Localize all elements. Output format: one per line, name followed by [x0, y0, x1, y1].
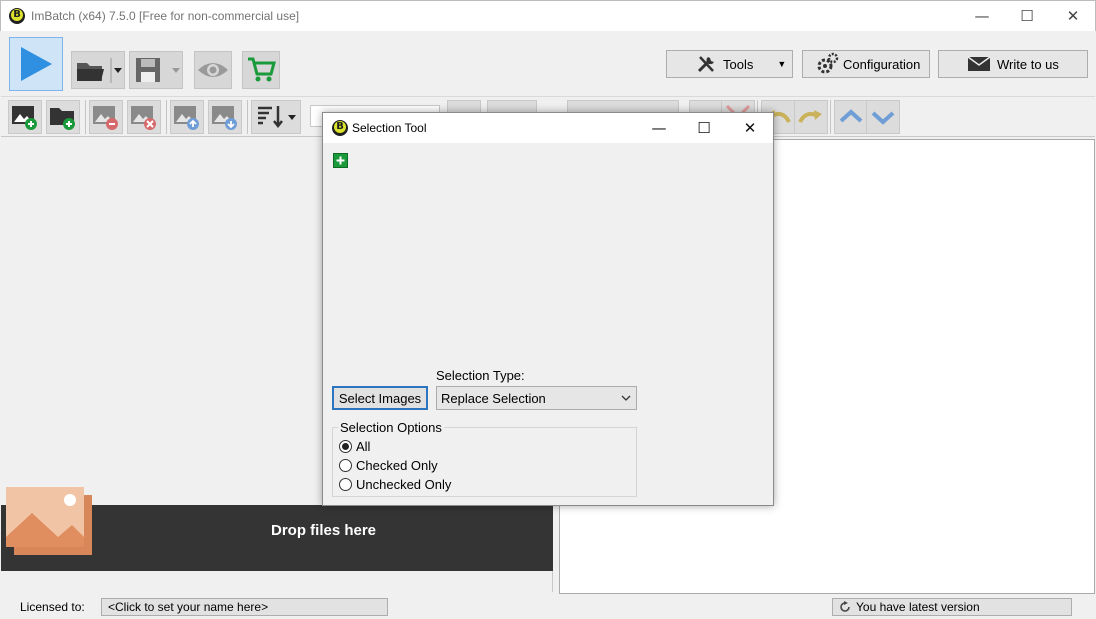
status-bar: Licensed to: <Click to set your name her…: [1, 595, 1095, 618]
chevron-up-icon: [839, 109, 863, 123]
tools-button[interactable]: Tools ▼: [666, 50, 793, 78]
selection-tool-dialog: Selection Tool — ☐ ✕ Select Images Selec…: [322, 112, 774, 506]
picture-icon: [6, 487, 92, 555]
dialog-title: Selection Tool: [352, 121, 427, 135]
move-up-image-button[interactable]: [170, 100, 204, 134]
add-folder-button[interactable]: [46, 100, 80, 134]
app-logo-icon: [332, 120, 348, 136]
app-logo-icon: [9, 8, 25, 24]
option-checked-only-radio[interactable]: Checked Only: [339, 458, 438, 473]
chevron-down-icon: [621, 395, 631, 401]
window-title: ImBatch (x64) 7.5.0 [Free for non-commer…: [31, 9, 300, 23]
radio-unchecked-icon: [339, 478, 352, 491]
version-status[interactable]: You have latest version: [832, 598, 1072, 616]
folder-open-icon: [77, 58, 122, 83]
dialog-minimize-button[interactable]: —: [636, 113, 682, 143]
add-folder-icon: [50, 108, 75, 130]
main-toolbar: Tools ▼ Configuration Write to us: [1, 31, 1095, 97]
shopping-cart-icon: [248, 57, 276, 82]
write-to-us-label: Write to us: [997, 56, 1059, 72]
licensed-name-field[interactable]: <Click to set your name here>: [101, 598, 388, 616]
eye-icon: [198, 63, 228, 77]
preview-button[interactable]: [194, 51, 232, 89]
image-down-icon: [212, 106, 237, 130]
selection-options-label: Selection Options: [338, 420, 444, 435]
buy-button[interactable]: [242, 51, 280, 89]
tools-icon: [697, 56, 714, 73]
sort-button[interactable]: [251, 100, 301, 134]
redo-icon: [798, 110, 822, 123]
toolbar-separator: [85, 100, 86, 134]
option-unchecked-only-radio[interactable]: Unchecked Only: [339, 477, 451, 492]
dialog-maximize-button[interactable]: ☐: [681, 113, 727, 143]
selection-type-select[interactable]: Replace Selection: [436, 386, 637, 410]
tools-label: Tools: [723, 56, 754, 72]
toolbar-separator: [830, 100, 831, 134]
move-task-down-button[interactable]: [866, 100, 900, 134]
dialog-close-button[interactable]: ✕: [727, 113, 773, 143]
configuration-button[interactable]: Configuration: [802, 50, 930, 78]
window-maximize-button[interactable]: ☐: [1004, 1, 1050, 31]
refresh-icon: [840, 601, 850, 612]
save-button[interactable]: [129, 51, 183, 89]
option-all-radio[interactable]: All: [339, 439, 370, 454]
window-minimize-button[interactable]: —: [959, 1, 1005, 31]
toolbar-separator: [247, 100, 248, 134]
gears-icon: [817, 52, 839, 74]
floppy-disk-icon: [136, 58, 180, 82]
version-status-label: You have latest version: [856, 600, 980, 614]
chevron-down-icon: [871, 111, 895, 125]
remove-image-button[interactable]: [89, 100, 123, 134]
selection-type-value: Replace Selection: [441, 391, 546, 406]
sort-icon: [258, 106, 296, 129]
move-task-up-button[interactable]: [834, 100, 868, 134]
radio-unchecked-icon: [339, 459, 352, 472]
add-images-button[interactable]: [8, 100, 42, 134]
licensed-to-label: Licensed to:: [20, 600, 85, 614]
window-close-button[interactable]: ✕: [1050, 1, 1096, 31]
remove-image-icon: [93, 106, 118, 130]
configuration-label: Configuration: [843, 56, 921, 72]
open-button[interactable]: [71, 51, 125, 89]
option-all-label: All: [356, 439, 371, 454]
drop-files-label: Drop files here: [271, 522, 377, 539]
app-title-bar: ImBatch (x64) 7.5.0 [Free for non-commer…: [0, 0, 1096, 31]
radio-checked-icon: [339, 440, 352, 453]
play-icon: [21, 47, 52, 81]
move-down-image-button[interactable]: [208, 100, 242, 134]
clear-images-button[interactable]: [127, 100, 161, 134]
image-up-icon: [174, 106, 199, 130]
plus-icon: [336, 156, 345, 165]
chevron-down-icon: ▼: [777, 59, 787, 69]
clear-images-icon: [131, 106, 156, 130]
add-rule-button[interactable]: [333, 153, 348, 168]
option-unchecked-only-label: Unchecked Only: [356, 477, 452, 492]
add-image-icon: [12, 106, 37, 130]
redo-button[interactable]: [794, 100, 828, 134]
dialog-title-bar[interactable]: Selection Tool — ☐ ✕: [323, 113, 773, 143]
envelope-icon: [967, 56, 991, 71]
run-button[interactable]: [9, 37, 63, 91]
write-to-us-button[interactable]: Write to us: [938, 50, 1088, 78]
selection-type-label: Selection Type:: [436, 368, 525, 383]
toolbar-separator: [166, 100, 167, 134]
option-checked-only-label: Checked Only: [356, 458, 438, 473]
select-images-button[interactable]: Select Images: [332, 386, 428, 410]
